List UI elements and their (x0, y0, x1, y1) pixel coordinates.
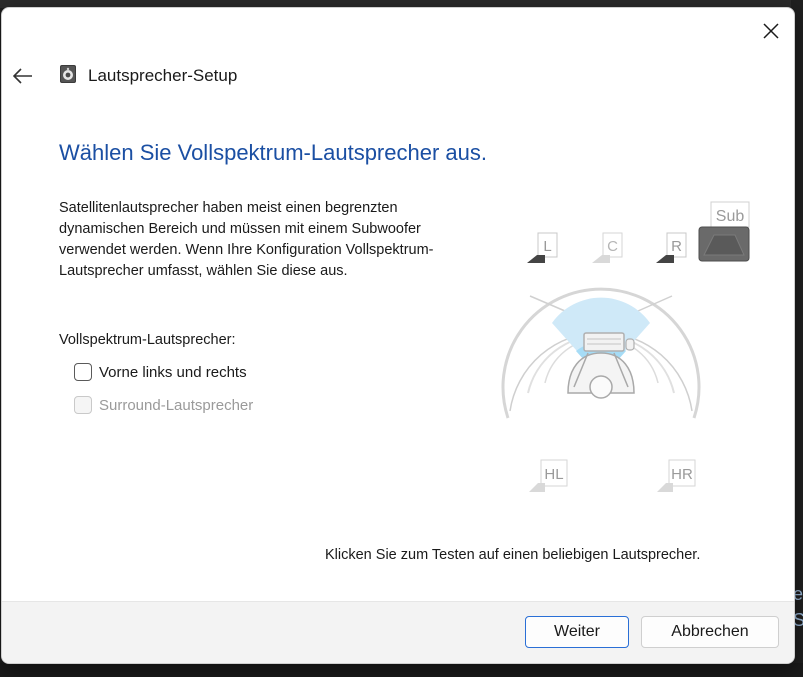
cancel-button[interactable]: Abbrechen (641, 616, 779, 648)
close-button[interactable] (754, 16, 788, 46)
close-icon (763, 23, 779, 39)
surround-checkbox (74, 396, 92, 414)
window-title: Lautsprecher-Setup (88, 66, 238, 85)
rear-left-speaker[interactable]: HL (529, 459, 568, 492)
dialog-footer: Weiter Abbrechen (2, 601, 794, 663)
front-left-right-checkbox[interactable] (74, 363, 92, 381)
front-right-label: R (671, 238, 682, 255)
front-left-speaker[interactable]: L (527, 232, 558, 263)
back-button[interactable] (8, 62, 38, 90)
center-speaker[interactable]: C (592, 232, 623, 263)
rear-right-speaker[interactable]: HR (657, 459, 696, 492)
next-button[interactable]: Weiter (525, 616, 629, 648)
full-range-group-label: Vollspektrum-Lautsprecher: (59, 332, 236, 348)
center-label: C (607, 238, 618, 255)
rear-left-label: HL (544, 466, 563, 483)
page-heading: Wählen Sie Vollspektrum-Lautsprecher aus… (59, 140, 487, 165)
description-text: Satellitenlautsprecher haben meist einen… (59, 200, 434, 279)
front-right-speaker[interactable]: R (656, 232, 687, 263)
rear-right-label: HR (671, 466, 693, 483)
speaker-layout-diagram: L C R Sub HL HR (501, 201, 750, 492)
back-arrow-icon (13, 68, 32, 84)
instruction-text: Klicken Sie zum Testen auf einen beliebi… (325, 547, 701, 563)
subwoofer-label: Sub (716, 208, 745, 225)
front-left-right-label: Vorne links und rechts (99, 363, 247, 381)
background-window-bottom (0, 663, 803, 677)
front-left-right-option[interactable]: Vorne links und rechts (74, 363, 247, 381)
front-left-label: L (543, 238, 551, 255)
surround-label: Surround-Lautsprecher (99, 396, 254, 414)
speaker-setup-dialog: Lautsprecher-Setup Wählen Sie Vollspektr… (1, 7, 795, 664)
surround-option: Surround-Lautsprecher (74, 396, 253, 414)
speaker-icon (60, 65, 76, 83)
subwoofer-speaker[interactable]: Sub (698, 201, 750, 262)
